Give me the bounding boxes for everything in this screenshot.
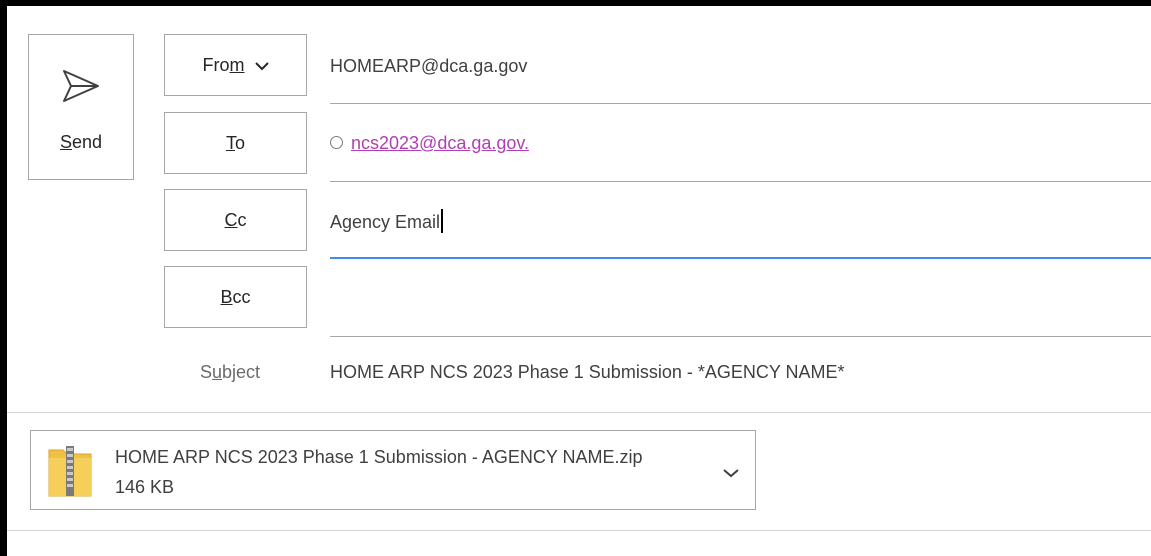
to-field[interactable]: ncs2023@dca.ga.gov.	[330, 133, 529, 154]
bcc-field-underline	[330, 336, 1151, 337]
bcc-input[interactable]	[330, 288, 1130, 312]
cc-label: Cc	[224, 209, 247, 230]
cc-input[interactable]: Agency Email	[330, 209, 444, 235]
to-label: To	[225, 132, 245, 153]
to-recipient[interactable]: ncs2023@dca.ga.gov.	[351, 133, 529, 153]
zip-folder-icon	[48, 446, 92, 497]
text-cursor	[441, 209, 444, 233]
from-button[interactable]: From	[164, 34, 307, 96]
subject-divider	[7, 412, 1151, 413]
from-value: HOMEARP@dca.ga.gov	[330, 56, 528, 76]
cc-button[interactable]: Cc	[164, 189, 307, 251]
cc-value: Agency Email	[330, 211, 441, 232]
bcc-button[interactable]: Bcc	[164, 266, 307, 328]
from-field-underline	[330, 103, 1151, 104]
to-field-underline	[330, 181, 1151, 182]
presence-status-icon	[330, 135, 343, 149]
send-label: Send	[59, 132, 103, 152]
attachment-size: 146 KB	[115, 477, 175, 497]
cc-field-underline	[330, 257, 1151, 259]
send-button[interactable]: Send	[28, 34, 134, 180]
to-button[interactable]: To	[164, 112, 307, 174]
chevron-down-icon	[254, 55, 269, 76]
send-icon	[63, 70, 99, 102]
bcc-label: Bcc	[220, 286, 251, 307]
attachment-name: HOME ARP NCS 2023 Phase 1 Submission - A…	[115, 447, 643, 467]
chevron-down-icon[interactable]	[723, 465, 739, 483]
from-label: From	[202, 54, 245, 75]
attachment-card[interactable]: HOME ARP NCS 2023 Phase 1 Submission - A…	[30, 430, 756, 510]
subject-input[interactable]: HOME ARP NCS 2023 Phase 1 Submission - *…	[330, 362, 845, 383]
attachment-divider	[7, 530, 1151, 531]
subject-label: Subject	[200, 362, 261, 382]
